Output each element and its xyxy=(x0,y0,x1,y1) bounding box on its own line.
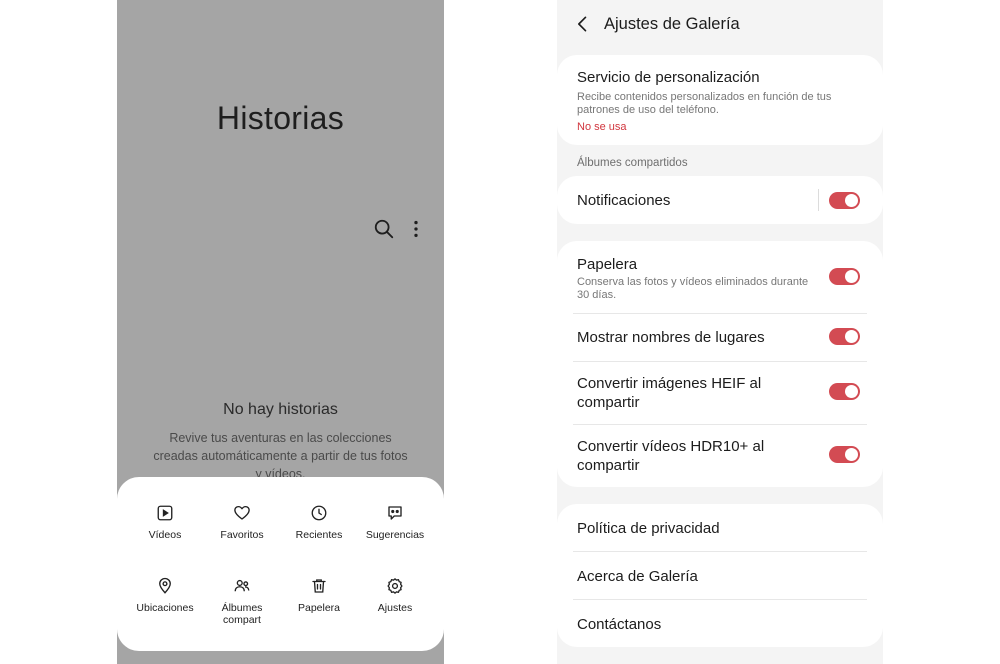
personalization-status: No se usa xyxy=(577,121,627,133)
menu-label: Recientes xyxy=(295,529,343,541)
menu-label: Ajustes xyxy=(377,602,413,614)
clock-icon xyxy=(311,505,327,521)
search-icon[interactable] xyxy=(373,218,395,240)
gallery-settings-screen: Ajustes de Galería Servicio de personali… xyxy=(557,0,883,664)
menu-label: Álbumes compart xyxy=(221,602,263,626)
page-title: Historias xyxy=(216,100,345,136)
trash-label[interactable]: Papelera xyxy=(577,255,637,274)
page-title: Ajustes de Galería xyxy=(604,15,740,33)
back-icon[interactable] xyxy=(573,14,593,34)
personalization-card[interactable]: Servicio de personalización Recibe conte… xyxy=(557,55,883,145)
about-gallery-link[interactable]: Acerca de Galería xyxy=(577,567,698,586)
divider xyxy=(573,313,867,314)
trash-description: Conserva las fotos y vídeos eliminados d… xyxy=(577,276,809,301)
trash-toggle[interactable] xyxy=(829,268,860,285)
trash-icon xyxy=(312,579,326,593)
divider xyxy=(573,361,867,362)
notifications-toggle[interactable] xyxy=(829,192,860,209)
divider xyxy=(573,599,867,600)
notifications-card: Notificaciones xyxy=(557,176,883,224)
section-header-shared-albums: Álbumes compartidos xyxy=(577,157,688,169)
menu-label: Vídeos xyxy=(148,529,182,541)
menu-item-locations[interactable]: Ubicaciones xyxy=(125,577,205,614)
more-vertical-icon[interactable] xyxy=(405,218,427,240)
menu-item-videos[interactable]: Vídeos xyxy=(125,504,205,541)
heif-label[interactable]: Convertir imágenes HEIF al compartir xyxy=(577,374,797,412)
gallery-options-card: Papelera Conserva las fotos y vídeos eli… xyxy=(557,241,883,487)
suggestions-icon xyxy=(388,506,402,520)
about-links-card: Política de privacidad Acerca de Galería… xyxy=(557,504,883,647)
menu-label: Sugerencias xyxy=(365,529,425,541)
video-icon xyxy=(157,505,173,521)
heif-toggle[interactable] xyxy=(829,383,860,400)
gallery-menu-sheet: Vídeos Favoritos Recientes Sugerencias U… xyxy=(117,477,444,651)
heart-icon xyxy=(234,505,250,520)
privacy-policy-link[interactable]: Política de privacidad xyxy=(577,519,720,538)
contact-us-link[interactable]: Contáctanos xyxy=(577,615,661,634)
menu-item-trash[interactable]: Papelera xyxy=(279,577,359,614)
menu-item-shared-albums[interactable]: Álbumes compart xyxy=(202,577,282,626)
menu-label: Papelera xyxy=(297,602,341,614)
personalization-title: Servicio de personalización xyxy=(577,69,760,86)
hdr-toggle[interactable] xyxy=(829,446,860,463)
gallery-stories-screen: Historias No hay historias Revive tus av… xyxy=(117,0,444,664)
shared-albums-icon xyxy=(234,579,250,592)
empty-state-description: Revive tus aventuras en las colecciones … xyxy=(153,431,408,481)
personalization-description: Recibe contenidos personalizados en func… xyxy=(577,91,832,116)
menu-label: Ubicaciones xyxy=(136,602,194,614)
empty-state-title: No hay historias xyxy=(223,401,338,418)
notifications-label[interactable]: Notificaciones xyxy=(577,191,670,210)
menu-item-favorites[interactable]: Favoritos xyxy=(202,504,282,541)
menu-label: Favoritos xyxy=(220,529,264,541)
place-names-label[interactable]: Mostrar nombres de lugares xyxy=(577,328,765,347)
menu-item-recent[interactable]: Recientes xyxy=(279,504,359,541)
divider xyxy=(573,551,867,552)
menu-item-suggestions[interactable]: Sugerencias xyxy=(355,504,435,541)
menu-item-settings[interactable]: Ajustes xyxy=(355,577,435,614)
divider xyxy=(818,189,819,211)
divider xyxy=(573,424,867,425)
location-icon xyxy=(159,577,171,594)
hdr-label[interactable]: Convertir vídeos HDR10+ al compartir xyxy=(577,437,797,475)
gear-icon xyxy=(387,578,403,594)
place-names-toggle[interactable] xyxy=(829,328,860,345)
